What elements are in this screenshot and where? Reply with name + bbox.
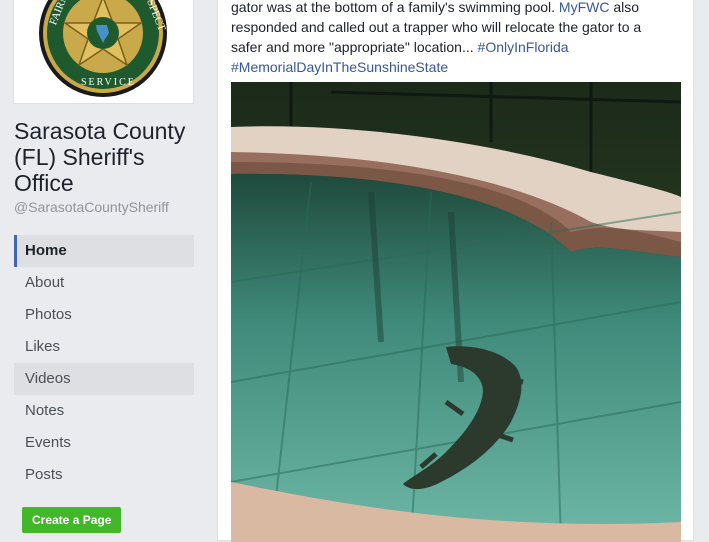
nav-item-likes[interactable]: Likes <box>14 331 194 363</box>
profile-picture-frame[interactable]: FAIRNE SPECT SERVICE <box>13 0 194 104</box>
badge-text-bottom: SERVICE <box>81 77 136 88</box>
myfwc-link[interactable]: MyFWC <box>559 0 610 15</box>
nav-item-about[interactable]: About <box>14 267 194 299</box>
page-handle[interactable]: @SarasotaCountySheriff <box>14 199 169 215</box>
post-card: gator was at the bottom of a family's sw… <box>217 0 694 542</box>
nav-item-notes[interactable]: Notes <box>14 395 194 427</box>
nav-item-events[interactable]: Events <box>14 427 194 459</box>
hashtag-only-in-florida[interactable]: #OnlyInFlorida <box>478 39 569 55</box>
post-photo-alligator-pool[interactable] <box>231 82 681 542</box>
create-page-button[interactable]: Create a Page <box>22 507 122 533</box>
post-line-1: gator was at the bottom of a family's sw… <box>231 0 556 15</box>
left-column: FAIRNE SPECT SERVICE Sarasota County (FL… <box>0 0 205 533</box>
hashtag-memorial-day[interactable]: #MemorialDayInTheSunshineState <box>231 59 448 75</box>
post-line-3: safer and more "appropriate" location... <box>231 39 474 55</box>
sheriff-badge-logo[interactable]: FAIRNE SPECT SERVICE <box>19 0 188 99</box>
nav-item-photos[interactable]: Photos <box>14 299 194 331</box>
page-nav: Home About Photos Likes Videos Notes Eve… <box>14 235 194 491</box>
nav-item-home[interactable]: Home <box>14 235 194 267</box>
post-text: gator was at the bottom of a family's sw… <box>231 0 686 77</box>
post-line-1-tail: also <box>613 0 640 15</box>
nav-item-videos[interactable]: Videos <box>14 363 194 395</box>
nav-item-posts[interactable]: Posts <box>14 459 194 491</box>
page-title[interactable]: Sarasota County (FL) Sheriff's Office <box>14 118 199 196</box>
post-line-2: responded and called out a trapper who w… <box>231 19 642 35</box>
